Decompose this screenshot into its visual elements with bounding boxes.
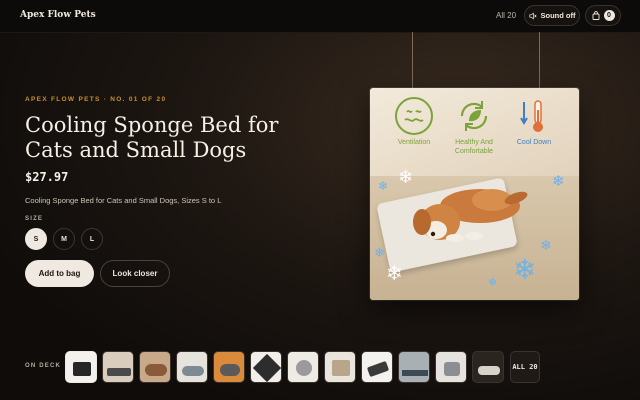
thumbnail[interactable] <box>472 351 504 383</box>
thumbnail[interactable] <box>176 351 208 383</box>
thumbnail[interactable] <box>139 351 171 383</box>
snowflake-icon: ❄ <box>540 237 552 253</box>
recycle-leaf-icon <box>460 101 488 131</box>
feature-healthy: Healthy And Comfortable <box>444 96 504 156</box>
sound-toggle-button[interactable]: Sound off <box>524 5 580 26</box>
hanging-wire <box>539 32 540 90</box>
snowflake-icon: ❄ <box>488 277 498 289</box>
snowflake-icon: ❄ <box>378 179 389 193</box>
thumbnail[interactable] <box>102 351 134 383</box>
feature-ventilation-label: Ventilation <box>397 139 431 146</box>
speaker-mute-icon <box>528 11 536 20</box>
snowflake-icon: ❄ <box>374 245 385 260</box>
dog-illustration <box>413 189 528 242</box>
look-closer-button[interactable]: Look closer <box>100 260 170 287</box>
size-option-m[interactable]: M <box>53 228 75 250</box>
feature-ventilation: Ventilation <box>384 96 444 147</box>
all-products-link[interactable]: All 20 <box>496 11 516 20</box>
hanging-wire <box>412 32 413 90</box>
thumbnail[interactable] <box>398 351 430 383</box>
product-image[interactable]: Ventilation Healthy And Comfortable Cool… <box>370 88 579 300</box>
thumbnail[interactable] <box>65 351 97 383</box>
thumbnail[interactable] <box>213 351 245 383</box>
ventilation-icon <box>395 97 433 135</box>
sound-toggle-label: Sound off <box>540 11 576 20</box>
size-selector: S M L <box>25 228 103 250</box>
snowflake-icon: ❄ <box>398 167 414 187</box>
on-deck-thumbnails <box>65 351 504 383</box>
feature-cool-down: Cool Down <box>504 96 564 147</box>
size-option-l[interactable]: L <box>81 228 103 250</box>
add-to-bag-button[interactable]: Add to bag <box>25 260 94 287</box>
product-description: Cooling Sponge Bed for Cats and Small Do… <box>25 196 222 205</box>
bag-count-badge: 0 <box>603 10 615 21</box>
product-price: $27.97 <box>25 170 69 184</box>
bag-button[interactable]: 0 <box>585 5 621 26</box>
product-eyebrow: APEX FLOW PETS · NO. 01 OF 20 <box>25 96 167 103</box>
thumbnail[interactable] <box>324 351 356 383</box>
feature-cool-down-label: Cool Down <box>516 139 552 146</box>
feature-healthy-label: Healthy And Comfortable <box>454 139 494 155</box>
size-option-s[interactable]: S <box>25 228 47 250</box>
thumbnail[interactable] <box>435 351 467 383</box>
thumbnail[interactable] <box>361 351 393 383</box>
thumbnail[interactable] <box>250 351 282 383</box>
snowflake-icon: ❄ <box>386 263 403 285</box>
all-products-tile[interactable]: ALL 20 <box>510 351 540 383</box>
thumbnail[interactable] <box>287 351 319 383</box>
bag-icon <box>592 11 599 20</box>
brand-logo[interactable]: Apex Flow Pets <box>20 10 96 20</box>
on-deck-label: ON DECK <box>25 363 62 369</box>
size-label: SIZE <box>25 216 44 222</box>
snowflake-icon: ❄ <box>552 173 565 190</box>
snowflake-icon: ❄ <box>513 254 537 285</box>
thermometer-icon <box>520 100 543 132</box>
product-title: Cooling Sponge Bed for Cats and Small Do… <box>25 113 279 162</box>
top-bar: Apex Flow Pets All 20 Sound off 0 <box>0 0 640 33</box>
